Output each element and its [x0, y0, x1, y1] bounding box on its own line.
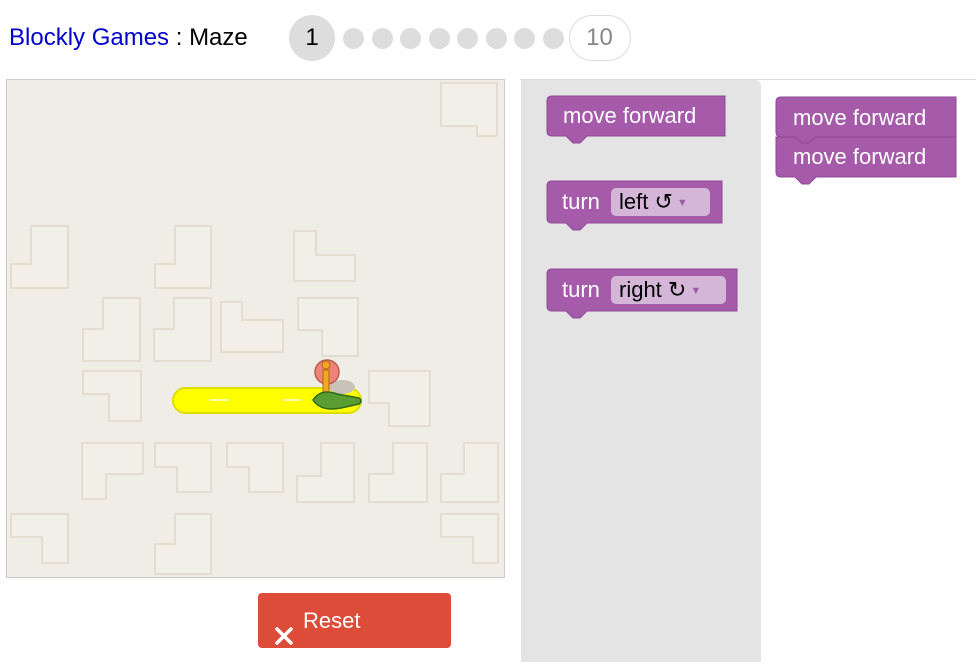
- toolbox-turn-left-block[interactable]: turn left ↺ ▼: [546, 180, 723, 231]
- turn-label: turn: [562, 189, 600, 214]
- move-forward-label: move forward: [563, 103, 697, 128]
- level-3-dot[interactable]: [371, 27, 393, 49]
- move-forward-label: move forward: [793, 105, 927, 130]
- workspace-move-forward-block-1[interactable]: move forward: [775, 96, 957, 144]
- turn-right-dropdown[interactable]: right ↻ ▼: [611, 276, 726, 304]
- move-forward-label: move forward: [793, 144, 927, 169]
- workspace-move-forward-block-2[interactable]: move forward: [775, 136, 957, 185]
- turn-right-option: right ↻: [619, 277, 687, 302]
- level-6-dot[interactable]: [457, 27, 478, 49]
- dropdown-arrow-icon: ▼: [690, 285, 702, 298]
- close-icon: [274, 611, 294, 645]
- level-selector: 1 10: [289, 15, 631, 61]
- toolbox-turn-right-block[interactable]: turn right ↻ ▼: [546, 268, 738, 319]
- level-7-dot[interactable]: [485, 27, 507, 49]
- reset-button[interactable]: Reset: [258, 593, 451, 648]
- toolbox-move-forward-block[interactable]: move forward: [546, 95, 726, 144]
- level-9-dot[interactable]: [542, 27, 564, 49]
- app-title: Blockly Games : Maze: [9, 20, 248, 56]
- level-5-dot[interactable]: [428, 27, 450, 49]
- game-name: Maze: [189, 24, 248, 51]
- maze-board: [6, 79, 505, 578]
- level-2-dot[interactable]: [343, 27, 364, 49]
- dropdown-arrow-icon: ▼: [676, 197, 688, 210]
- level-1-button[interactable]: 1: [289, 15, 335, 61]
- level-4-dot[interactable]: [400, 27, 421, 49]
- maze-wall-tiles: [10, 82, 499, 575]
- level-8-dot[interactable]: [514, 27, 535, 49]
- reset-label: Reset: [303, 608, 361, 633]
- title-separator: :: [169, 24, 190, 51]
- level-10-button[interactable]: 10: [568, 15, 631, 61]
- blocks-workspace[interactable]: move forward move forward: [761, 81, 976, 662]
- blockly-games-link[interactable]: Blockly Games: [9, 24, 169, 51]
- toolbox-flyout: move forward turn left ↺ ▼ turn right ↻ ▼: [521, 80, 761, 662]
- turn-left-dropdown[interactable]: left ↺ ▼: [611, 188, 710, 216]
- turn-left-option: left ↺: [619, 189, 673, 214]
- turn-label: turn: [562, 277, 600, 302]
